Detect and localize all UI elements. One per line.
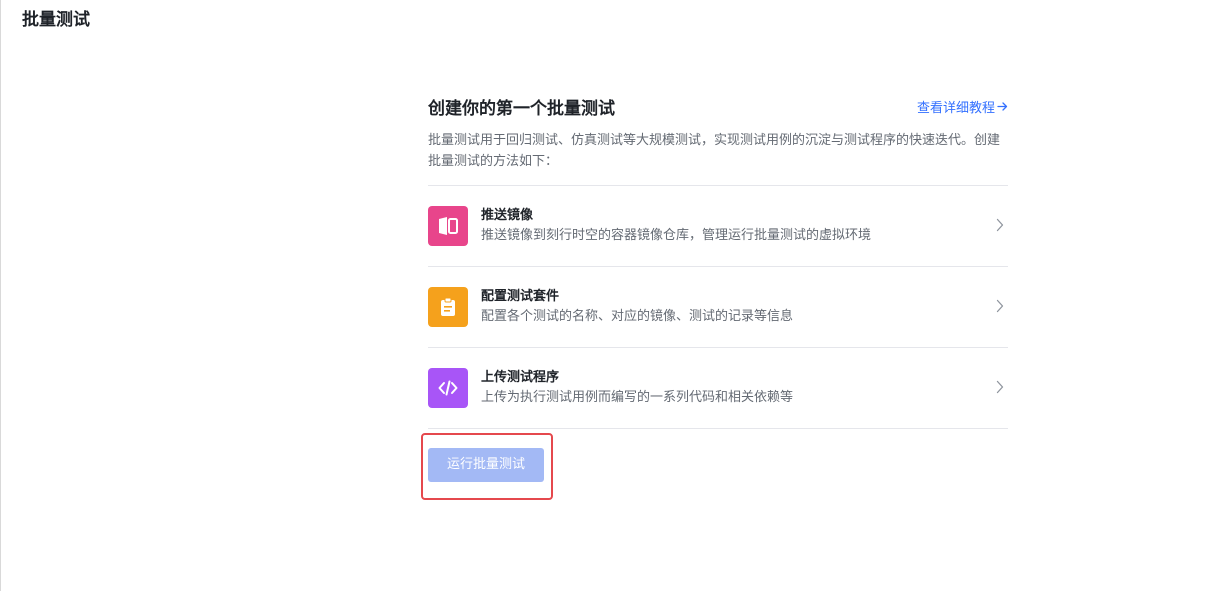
panel-title: 创建你的第一个批量测试 [428,99,615,119]
step-title: 配置测试套件 [481,289,560,304]
step-description: 推送镜像到刻行时空的容器镜像仓库，管理运行批量测试的虚拟环境 [481,228,872,243]
step-upload-program[interactable]: 上传测试程序 上传为执行测试用例而编写的一系列代码和相关依赖等 [428,348,1008,429]
onboarding-panel: 创建你的第一个批量测试 查看详细教程 批量测试用于回归测试、仿真测试等大规模测试… [428,96,1008,429]
step-configure-suite[interactable]: 配置测试套件 配置各个测试的名称、对应的镜像、测试的记录等信息 [428,267,1008,348]
code-icon [428,368,468,408]
step-title: 推送镜像 [481,208,534,223]
panel-header: 创建你的第一个批量测试 查看详细教程 [428,96,1008,122]
tutorial-link-label: 查看详细教程 [916,101,995,116]
app-frame: 批量测试 创建你的第一个批量测试 查看详细教程 批量测试用于回归测试、仿真测试等… [0,0,1213,591]
step-description: 上传为执行测试用例而编写的一系列代码和相关依赖等 [481,390,794,405]
arrow-right-icon [997,99,1008,119]
chevron-right-icon [996,299,1004,313]
panel-description: 批量测试用于回归测试、仿真测试等大规模测试，实现测试用例的沉淀与测试程序的快速迭… [428,130,1008,186]
tutorial-link[interactable]: 查看详细教程 [917,99,1008,119]
chevron-right-icon [996,218,1004,232]
run-batch-test-button[interactable]: 运行批量测试 [428,448,544,482]
step-title: 上传测试程序 [481,370,560,385]
step-push-image[interactable]: 推送镜像 推送镜像到刻行时空的容器镜像仓库，管理运行批量测试的虚拟环境 [428,186,1008,267]
clipboard-icon [428,287,468,327]
step-description: 配置各个测试的名称、对应的镜像、测试的记录等信息 [481,309,794,324]
page-title: 批量测试 [22,10,90,30]
chevron-right-icon [996,380,1004,394]
image-push-icon [428,206,468,246]
